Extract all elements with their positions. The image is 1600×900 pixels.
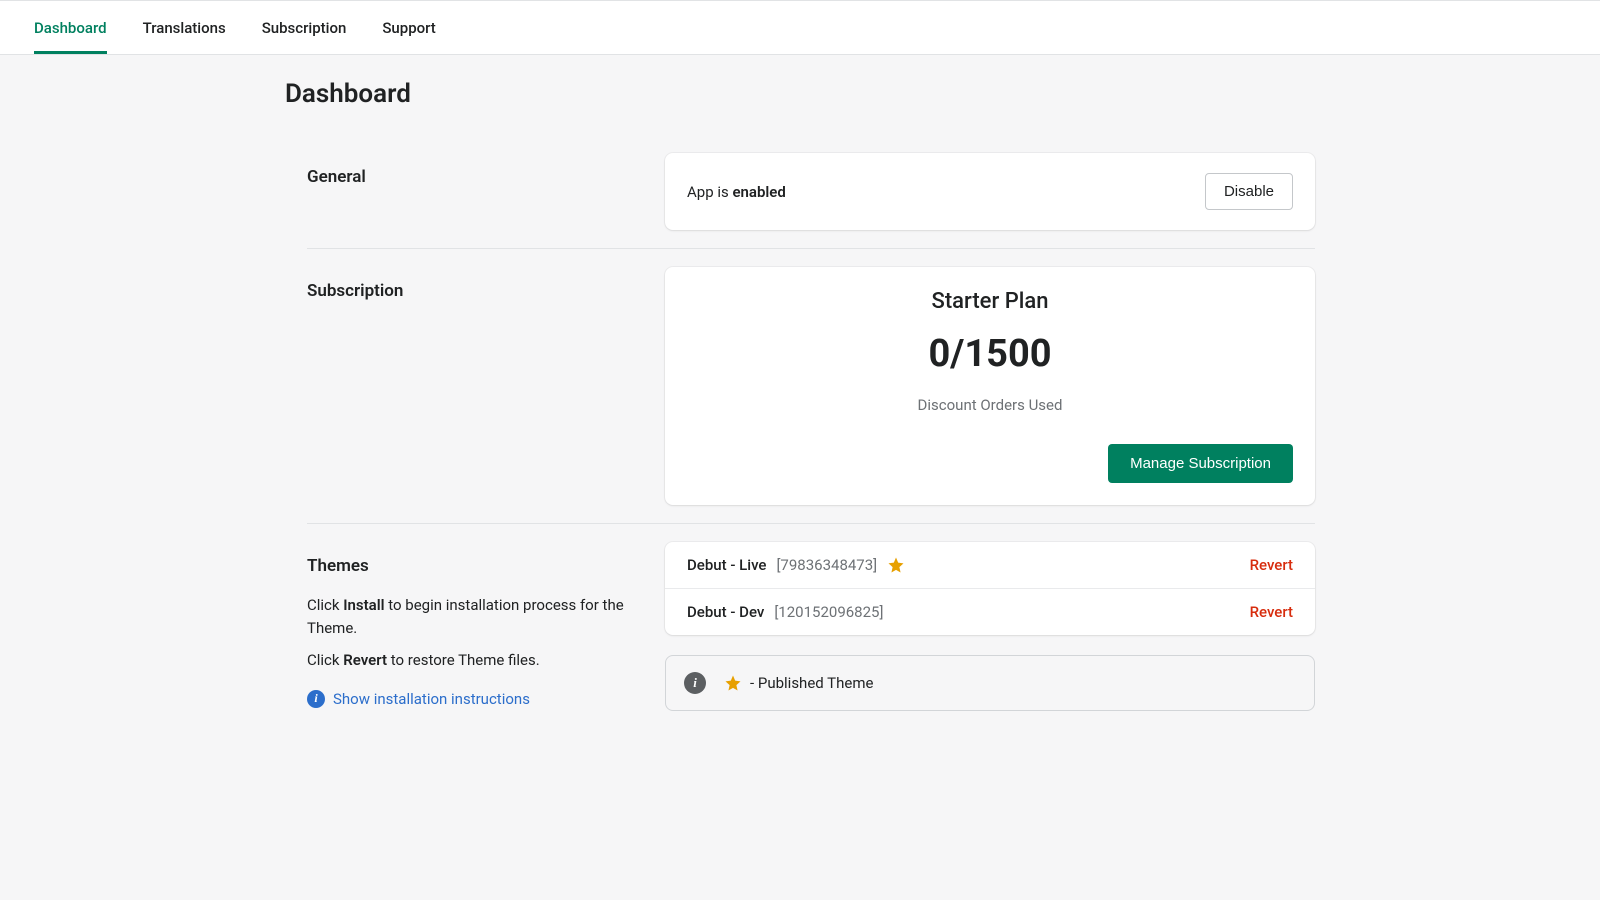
main-tabs: Dashboard Translations Subscription Supp… [0, 1, 1600, 55]
usage-count: 0/1500 [687, 332, 1293, 376]
theme-name: Debut - Dev [687, 603, 764, 621]
general-heading: General [307, 167, 635, 187]
theme-row: Debut - Live [79836348473] Revert [665, 542, 1315, 589]
published-theme-legend: i - Published Theme [665, 655, 1315, 711]
tab-dashboard[interactable]: Dashboard [34, 1, 107, 54]
revert-button[interactable]: Revert [1250, 603, 1293, 621]
general-card: App is enabled Disable [665, 153, 1315, 230]
subscription-heading: Subscription [307, 281, 635, 301]
show-instructions-link[interactable]: i Show installation instructions [307, 690, 530, 708]
app-status: App is enabled [687, 183, 786, 201]
tab-subscription[interactable]: Subscription [262, 1, 347, 54]
subscription-card: Starter Plan 0/1500 Discount Orders Used… [665, 267, 1315, 505]
theme-name: Debut - Live [687, 556, 766, 574]
star-icon [887, 556, 905, 574]
themes-heading: Themes [307, 556, 635, 576]
tab-translations[interactable]: Translations [143, 1, 226, 54]
theme-row: Debut - Dev [120152096825] Revert [665, 589, 1315, 635]
info-icon: i [307, 690, 325, 708]
legend-text: - Published Theme [750, 674, 873, 692]
revert-hint: Click Revert to restore Theme files. [307, 649, 635, 672]
theme-list: Debut - Live [79836348473] Revert Debut … [665, 542, 1315, 635]
theme-id: [79836348473] [776, 556, 877, 574]
manage-subscription-button[interactable]: Manage Subscription [1108, 444, 1293, 483]
theme-id: [120152096825] [774, 603, 883, 621]
tab-support[interactable]: Support [382, 1, 435, 54]
revert-button[interactable]: Revert [1250, 556, 1293, 574]
plan-name: Starter Plan [687, 289, 1293, 314]
star-icon [724, 674, 742, 692]
page-title: Dashboard [285, 79, 1315, 109]
usage-label: Discount Orders Used [687, 396, 1293, 414]
install-hint: Click Install to begin installation proc… [307, 594, 635, 639]
disable-button[interactable]: Disable [1205, 173, 1293, 210]
info-icon: i [684, 672, 706, 694]
